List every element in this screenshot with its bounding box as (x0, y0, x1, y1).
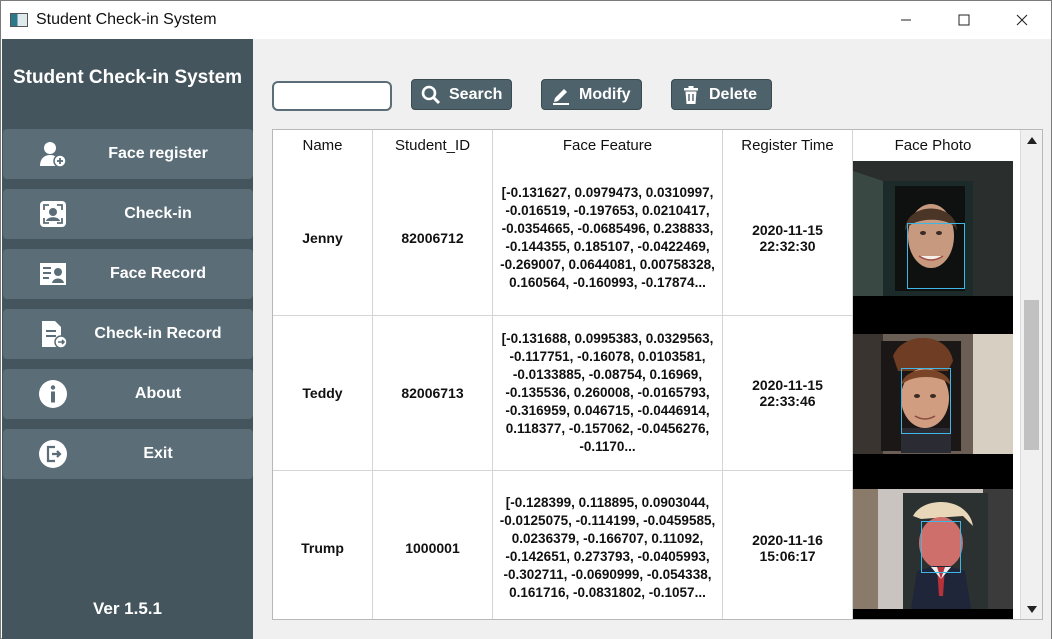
app-icon (10, 12, 28, 27)
scroll-down-button[interactable] (1021, 599, 1042, 619)
nav-face-register[interactable]: Face register (3, 129, 253, 179)
nav-label: Check-in Record (94, 325, 222, 342)
nav-label: Exit (143, 445, 173, 462)
search-label: Search (449, 85, 503, 103)
close-button[interactable] (993, 1, 1051, 38)
table-row[interactable]: Trump 1000001 [-0.128399, 0.118895, 0.09… (273, 471, 1013, 619)
student-id-cell[interactable]: 82006713 (373, 316, 493, 470)
modify-label: Modify (579, 85, 631, 103)
face-detection-box (921, 521, 961, 573)
chevron-up-icon (1026, 136, 1037, 144)
nav-exit[interactable]: Exit (3, 429, 253, 479)
face-photo (853, 161, 1013, 316)
user-add-icon (37, 138, 69, 170)
search-input[interactable] (272, 81, 392, 111)
register-time-cell[interactable]: 2020-11-16 15:06:17 (723, 471, 853, 619)
column-header-face-feature[interactable]: Face Feature (493, 130, 723, 161)
name-cell[interactable]: Trump (273, 471, 373, 619)
minimize-button[interactable] (877, 1, 935, 38)
column-header-register-time[interactable]: Register Time (723, 130, 853, 161)
exit-icon (37, 438, 69, 470)
name-cell[interactable]: Teddy (273, 316, 373, 470)
face-photo-cell[interactable] (853, 471, 1013, 619)
table-row[interactable]: Teddy 82006713 [-0.131688, 0.0995383, 0.… (273, 316, 1013, 471)
search-icon (421, 85, 441, 105)
sidebar-title: Student Check-in System (12, 67, 243, 88)
window-controls (877, 1, 1051, 38)
face-scan-icon (37, 198, 69, 230)
name-cell[interactable]: Jenny (273, 161, 373, 315)
version-label: Ver 1.5.1 (92, 599, 162, 618)
register-time-cell[interactable]: 2020-11-15 22:32:30 (723, 161, 853, 315)
nav-about[interactable]: About (3, 369, 253, 419)
face-feature-cell[interactable]: [-0.131627, 0.0979473, 0.0310997, -0.016… (493, 161, 723, 315)
title-bar: Student Check-in System (1, 1, 1051, 38)
column-header-face-photo[interactable]: Face Photo (853, 130, 1013, 161)
search-button[interactable]: Search (411, 79, 512, 110)
nav-label: Face Record (109, 265, 207, 282)
face-photo-cell[interactable] (853, 316, 1013, 471)
nav-label: About (134, 385, 182, 402)
face-detection-box (907, 223, 965, 289)
face-feature-cell[interactable]: [-0.128399, 0.118895, 0.0903044, -0.0125… (493, 471, 723, 619)
student-id-cell[interactable]: 1000001 (373, 471, 493, 619)
close-icon (1016, 14, 1028, 25)
maximize-icon (958, 14, 970, 25)
document-icon (37, 318, 69, 350)
nav-check-in[interactable]: Check-in (3, 189, 253, 239)
scroll-up-button[interactable] (1021, 130, 1042, 150)
face-photo (853, 316, 1013, 471)
face-photo-cell[interactable] (853, 161, 1013, 316)
info-icon (37, 378, 69, 410)
main-content: Search Modify Delete Name Student_ID Fac… (253, 39, 1051, 639)
nav-face-record[interactable]: Face Record (3, 249, 253, 299)
nav-label: Face register (108, 145, 208, 162)
chevron-down-icon (1026, 605, 1037, 613)
table-row[interactable]: Jenny 82006712 [-0.131627, 0.0979473, 0.… (273, 161, 1013, 316)
modify-button[interactable]: Modify (541, 79, 642, 110)
app-window: Student Check-in System Student Check-in… (0, 0, 1052, 639)
sidebar: Student Check-in System Face register Ch… (2, 39, 253, 639)
face-photo (853, 471, 1013, 619)
face-feature-cell[interactable]: [-0.131688, 0.0995383, 0.0329563, -0.117… (493, 316, 723, 470)
edit-icon (551, 85, 571, 105)
maximize-button[interactable] (935, 1, 993, 38)
window-title: Student Check-in System (36, 10, 217, 28)
column-header-name[interactable]: Name (273, 130, 373, 161)
face-record-table: Name Student_ID Face Feature Register Ti… (272, 129, 1043, 620)
id-card-icon (37, 258, 69, 290)
face-detection-box (901, 368, 951, 434)
minimize-icon (901, 19, 911, 20)
scrollbar-thumb[interactable] (1024, 300, 1039, 450)
nav-check-in-record[interactable]: Check-in Record (3, 309, 253, 359)
nav-label: Check-in (124, 205, 192, 222)
trash-icon (681, 85, 701, 105)
delete-button[interactable]: Delete (671, 79, 772, 110)
student-id-cell[interactable]: 82006712 (373, 161, 493, 315)
delete-label: Delete (709, 85, 758, 103)
vertical-scrollbar[interactable] (1020, 130, 1042, 619)
register-time-cell[interactable]: 2020-11-15 22:33:46 (723, 316, 853, 470)
column-header-student-id[interactable]: Student_ID (373, 130, 493, 161)
